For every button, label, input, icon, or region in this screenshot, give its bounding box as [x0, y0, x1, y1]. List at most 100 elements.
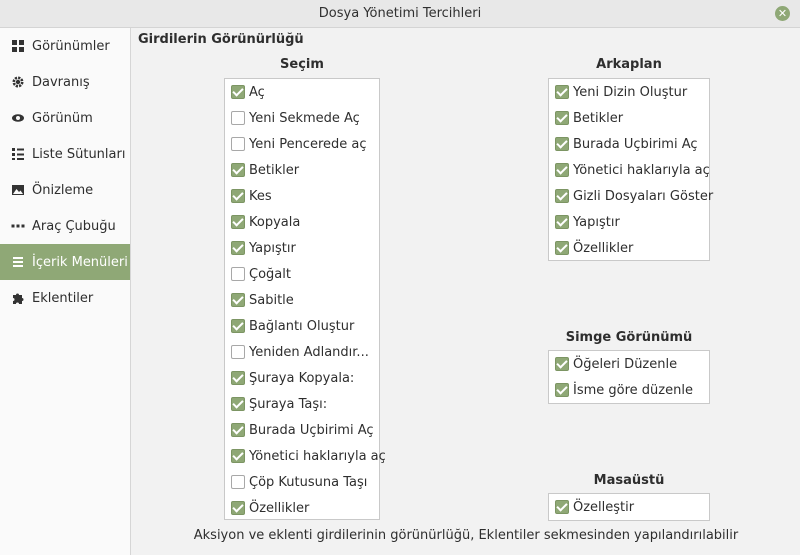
- option-label: Kes: [249, 188, 272, 204]
- checkbox-checked[interactable]: [231, 449, 245, 463]
- selection-option[interactable]: Kes: [225, 183, 379, 209]
- checkbox-checked[interactable]: [231, 293, 245, 307]
- selection-option[interactable]: Özellikler: [225, 495, 379, 521]
- selection-option[interactable]: Şuraya Taşı:: [225, 391, 379, 417]
- dots-icon: [10, 218, 26, 234]
- checkbox-checked[interactable]: [555, 85, 569, 99]
- background-option[interactable]: Yönetici haklarıyla aç: [549, 157, 710, 183]
- main-panel: Girdilerin Görünürlüğü Seçim Aç Yeni Sekm…: [132, 28, 800, 555]
- sidebar-item-label: Görünüm: [32, 110, 93, 126]
- checkbox-checked[interactable]: [231, 163, 245, 177]
- list-columns-icon: [10, 146, 26, 162]
- option-label: Betikler: [249, 162, 300, 178]
- checkbox-checked[interactable]: [555, 111, 569, 125]
- puzzle-icon: [10, 290, 26, 306]
- checkbox-checked[interactable]: [555, 241, 569, 255]
- checkbox-checked[interactable]: [555, 189, 569, 203]
- selection-option[interactable]: Burada Uçbirimi Aç: [225, 417, 379, 443]
- checkbox-checked[interactable]: [231, 215, 245, 229]
- option-label: Özellikler: [573, 240, 634, 256]
- selection-option[interactable]: Kopyala: [225, 209, 379, 235]
- sidebar-item-3[interactable]: Liste Sütunları: [0, 136, 130, 172]
- background-option[interactable]: Özellikler: [549, 235, 709, 261]
- option-label: Yeniden Adlandır...: [249, 344, 369, 360]
- option-label: Özelleştir: [573, 499, 635, 515]
- checkbox-checked[interactable]: [231, 501, 245, 515]
- sidebar-item-6[interactable]: İçerik Menüleri: [0, 244, 130, 280]
- selection-option[interactable]: Aç: [225, 79, 379, 105]
- checkbox-checked[interactable]: [231, 371, 245, 385]
- option-label: Kopyala: [249, 214, 301, 230]
- icon-view-checkbox-list: Öğeleri Düzenle İsme göre düzenle: [548, 350, 710, 404]
- selection-option[interactable]: Bağlantı Oluştur: [225, 313, 379, 339]
- selection-option[interactable]: Yapıştır: [225, 235, 379, 261]
- option-label: Özellikler: [249, 500, 310, 516]
- sidebar-item-label: Eklentiler: [32, 290, 94, 306]
- selection-group-title: Seçim: [280, 57, 324, 72]
- checkbox-unchecked[interactable]: [231, 345, 245, 359]
- checkbox-checked[interactable]: [555, 500, 569, 514]
- checkbox-checked[interactable]: [555, 137, 569, 151]
- option-label: Gizli Dosyaları Göster: [573, 188, 714, 204]
- checkbox-unchecked[interactable]: [231, 111, 245, 125]
- checkbox-checked[interactable]: [555, 215, 569, 229]
- window-title: Dosya Yönetimi Tercihleri: [318, 6, 482, 21]
- background-option[interactable]: Gizli Dosyaları Göster: [549, 183, 713, 209]
- selection-option[interactable]: Yeni Sekmede Aç: [225, 105, 379, 131]
- section-title: Girdilerin Görünürlüğü: [138, 32, 304, 47]
- sidebar-item-7[interactable]: Eklentiler: [0, 280, 130, 316]
- icon-view-option[interactable]: İsme göre düzenle: [549, 377, 709, 403]
- checkbox-unchecked[interactable]: [231, 475, 245, 489]
- checkbox-checked[interactable]: [231, 319, 245, 333]
- checkbox-unchecked[interactable]: [231, 137, 245, 151]
- checkbox-checked[interactable]: [555, 163, 569, 177]
- option-label: Betikler: [573, 110, 624, 126]
- eye-icon: [10, 110, 26, 126]
- grid-icon: [10, 38, 26, 54]
- selection-option[interactable]: Sabitle: [225, 287, 379, 313]
- sidebar-item-label: Görünümler: [32, 38, 110, 54]
- checkbox-checked[interactable]: [231, 423, 245, 437]
- sidebar-item-label: İçerik Menüleri: [32, 254, 128, 270]
- checkbox-checked[interactable]: [231, 397, 245, 411]
- option-label: Bağlantı Oluştur: [249, 318, 355, 334]
- sidebar-item-label: Önizleme: [32, 182, 94, 198]
- background-option[interactable]: Betikler: [549, 105, 709, 131]
- desktop-group-title: Masaüstü: [593, 473, 665, 488]
- checkbox-checked[interactable]: [555, 383, 569, 397]
- sidebar-item-4[interactable]: Önizleme: [0, 172, 130, 208]
- background-option[interactable]: Yapıştır: [549, 209, 709, 235]
- sidebar-item-label: Liste Sütunları: [32, 146, 126, 162]
- sidebar-item-5[interactable]: Araç Çubuğu: [0, 208, 130, 244]
- background-group-title: Arkaplan: [596, 57, 662, 72]
- selection-option[interactable]: Yönetici haklarıyla aç: [225, 443, 386, 469]
- option-label: Yeni Sekmede Aç: [249, 110, 360, 126]
- sidebar-item-2[interactable]: Görünüm: [0, 100, 130, 136]
- option-label: Çoğalt: [249, 266, 291, 282]
- selection-option[interactable]: Şuraya Kopyala:: [225, 365, 379, 391]
- image-icon: [10, 182, 26, 198]
- option-label: İsme göre düzenle: [573, 382, 693, 398]
- sidebar-item-1[interactable]: Davranış: [0, 64, 130, 100]
- sidebar-item-0[interactable]: Görünümler: [0, 28, 130, 64]
- checkbox-checked[interactable]: [231, 189, 245, 203]
- checkbox-checked[interactable]: [555, 357, 569, 371]
- close-icon[interactable]: ✕: [775, 6, 790, 21]
- selection-option[interactable]: Yeniden Adlandır...: [225, 339, 379, 365]
- icon-view-option[interactable]: Öğeleri Düzenle: [549, 351, 709, 377]
- selection-option[interactable]: Betikler: [225, 157, 379, 183]
- checkbox-unchecked[interactable]: [231, 267, 245, 281]
- option-label: Yapıştır: [249, 240, 296, 256]
- checkbox-checked[interactable]: [231, 85, 245, 99]
- selection-option[interactable]: Yeni Pencerede aç: [225, 131, 379, 157]
- checkbox-checked[interactable]: [231, 241, 245, 255]
- option-label: Şuraya Kopyala:: [249, 370, 355, 386]
- background-option[interactable]: Yeni Dizin Oluştur: [549, 79, 709, 105]
- background-option[interactable]: Burada Uçbirimi Aç: [549, 131, 709, 157]
- selection-option[interactable]: Çoğalt: [225, 261, 379, 287]
- sidebar: Görünümler Davranış Görünüm Liste Sütunları…: [0, 28, 131, 555]
- option-label: Yeni Pencerede aç: [249, 136, 367, 152]
- option-label: Burada Uçbirimi Aç: [249, 422, 374, 438]
- desktop-option[interactable]: Özelleştir: [549, 494, 709, 520]
- selection-option[interactable]: Çöp Kutusuna Taşı: [225, 469, 379, 495]
